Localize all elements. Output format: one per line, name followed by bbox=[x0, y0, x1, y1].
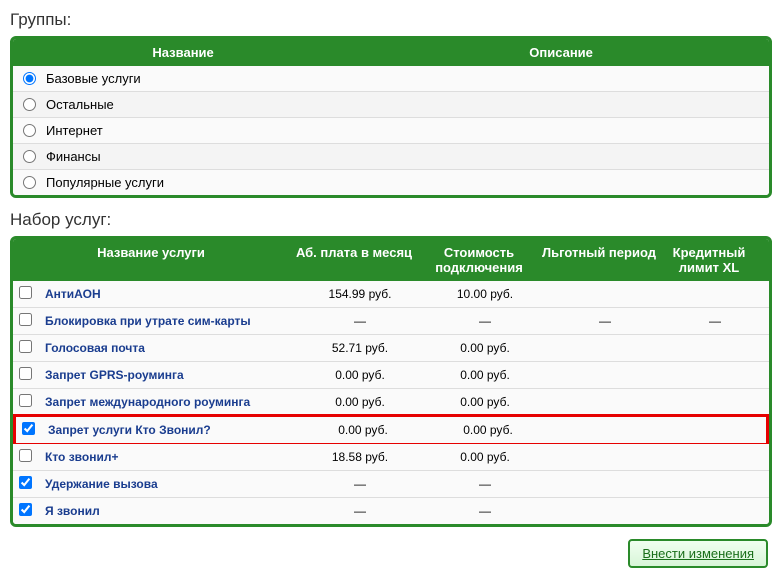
services-header-name: Название услуги bbox=[13, 245, 289, 275]
groups-title: Группы: bbox=[10, 10, 772, 30]
group-label: Интернет bbox=[46, 123, 103, 138]
service-link[interactable]: Запрет международного роуминга bbox=[45, 395, 250, 409]
service-link[interactable]: Я звонил bbox=[45, 504, 100, 518]
service-fee: 0.00 руб. bbox=[295, 368, 425, 382]
submit-button[interactable]: Внести изменения bbox=[628, 539, 768, 568]
service-row: Блокировка при утрате сим-карты———— bbox=[13, 308, 769, 335]
service-link[interactable]: Блокировка при утрате сим-карты bbox=[45, 314, 251, 328]
service-row: Запрет GPRS-роуминга 0.00 руб.0.00 руб. bbox=[13, 362, 769, 389]
group-radio[interactable] bbox=[23, 150, 36, 163]
group-label: Финансы bbox=[46, 149, 101, 164]
service-link[interactable]: Запрет GPRS-роуминга bbox=[45, 368, 184, 382]
service-cost: — bbox=[425, 504, 545, 518]
service-checkbox[interactable] bbox=[22, 422, 35, 435]
service-checkbox[interactable] bbox=[19, 503, 32, 516]
service-cost: — bbox=[425, 477, 545, 491]
group-row[interactable]: Финансы bbox=[13, 144, 769, 170]
service-link[interactable]: Кто звонил+ bbox=[45, 450, 118, 464]
service-cost: 0.00 руб. bbox=[425, 368, 545, 382]
group-label: Базовые услуги bbox=[46, 71, 141, 86]
service-fee: — bbox=[295, 314, 425, 328]
service-fee: — bbox=[295, 477, 425, 491]
services-header: Название услуги Аб. плата в месяц Стоимо… bbox=[13, 239, 769, 281]
groups-header-desc: Описание bbox=[353, 45, 769, 60]
group-label: Популярные услуги bbox=[46, 175, 164, 190]
group-radio[interactable] bbox=[23, 176, 36, 189]
services-header-fee: Аб. плата в месяц bbox=[289, 245, 419, 275]
group-row[interactable]: Базовые услуги bbox=[13, 66, 769, 92]
service-cost: — bbox=[425, 314, 545, 328]
service-checkbox[interactable] bbox=[19, 313, 32, 326]
service-fee: 0.00 руб. bbox=[298, 423, 428, 437]
button-row: Внести изменения bbox=[10, 539, 772, 568]
service-cost: 0.00 руб. bbox=[428, 423, 548, 437]
service-checkbox[interactable] bbox=[19, 476, 32, 489]
group-row[interactable]: Интернет bbox=[13, 118, 769, 144]
service-fee: 18.58 руб. bbox=[295, 450, 425, 464]
service-row: АнтиАОН 154.99 руб.10.00 руб. bbox=[13, 281, 769, 308]
group-radio[interactable] bbox=[23, 98, 36, 111]
services-header-cost: Стоимость подключения bbox=[419, 245, 539, 275]
service-cost: 0.00 руб. bbox=[425, 395, 545, 409]
services-header-limit: Кредитный лимит XL bbox=[659, 245, 759, 275]
service-fee: 154.99 руб. bbox=[295, 287, 425, 301]
service-checkbox[interactable] bbox=[19, 340, 32, 353]
service-checkbox[interactable] bbox=[19, 286, 32, 299]
group-row[interactable]: Популярные услуги bbox=[13, 170, 769, 195]
service-checkbox[interactable] bbox=[19, 394, 32, 407]
service-row: Кто звонил+ 18.58 руб.0.00 руб. bbox=[13, 444, 769, 471]
groups-header-name: Название bbox=[13, 45, 353, 60]
service-link[interactable]: Удержание вызова bbox=[45, 477, 158, 491]
services-panel: Название услуги Аб. плата в месяц Стоимо… bbox=[10, 236, 772, 527]
group-radio[interactable] bbox=[23, 72, 36, 85]
service-link[interactable]: Голосовая почта bbox=[45, 341, 145, 355]
group-row[interactable]: Остальные bbox=[13, 92, 769, 118]
service-checkbox[interactable] bbox=[19, 449, 32, 462]
service-fee: 52.71 руб. bbox=[295, 341, 425, 355]
service-fee: — bbox=[295, 504, 425, 518]
group-radio[interactable] bbox=[23, 124, 36, 137]
service-fee: 0.00 руб. bbox=[295, 395, 425, 409]
service-link[interactable]: АнтиАОН bbox=[45, 287, 101, 301]
groups-panel: Название Описание Базовые услуги Остальны… bbox=[10, 36, 772, 198]
groups-header: Название Описание bbox=[13, 39, 769, 66]
service-cost: 0.00 руб. bbox=[425, 341, 545, 355]
service-row: Запрет международного роуминга 0.00 руб.0… bbox=[13, 389, 769, 416]
service-row: Голосовая почта 52.71 руб.0.00 руб. bbox=[13, 335, 769, 362]
service-checkbox[interactable] bbox=[19, 367, 32, 380]
service-cost: 0.00 руб. bbox=[425, 450, 545, 464]
service-limit: — bbox=[665, 314, 765, 328]
services-title: Набор услуг: bbox=[10, 210, 772, 230]
services-header-grace: Льготный период bbox=[539, 245, 659, 275]
group-label: Остальные bbox=[46, 97, 114, 112]
service-row: Запрет услуги Кто Звонил? 0.00 руб.0.00 р… bbox=[13, 414, 769, 446]
service-row: Я звонил —— bbox=[13, 498, 769, 524]
service-cost: 10.00 руб. bbox=[425, 287, 545, 301]
service-grace: — bbox=[545, 314, 665, 328]
service-row: Удержание вызова —— bbox=[13, 471, 769, 498]
service-link[interactable]: Запрет услуги Кто Звонил? bbox=[48, 423, 211, 437]
